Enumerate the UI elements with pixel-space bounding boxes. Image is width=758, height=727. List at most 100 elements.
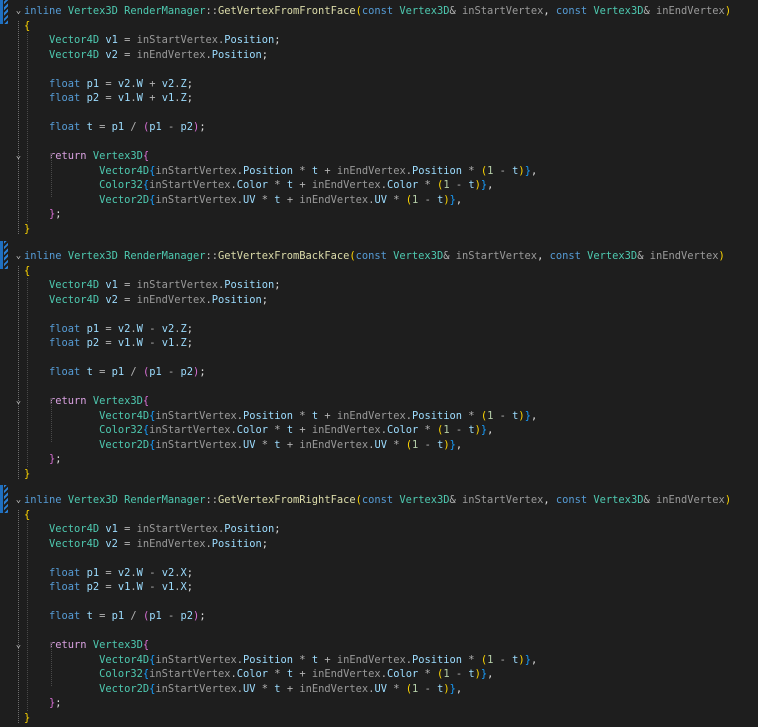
code-line[interactable]: float p1 = v2.W - v2.Z; bbox=[24, 322, 193, 337]
code-line[interactable]: } bbox=[24, 711, 30, 726]
code-line[interactable]: Vector4D v2 = inEndVertex.Position; bbox=[24, 48, 268, 63]
code-line[interactable]: inline Vertex3D RenderManager::GetVertex… bbox=[24, 249, 725, 264]
keyword-token: float bbox=[49, 322, 81, 335]
code-line[interactable]: { bbox=[24, 508, 30, 523]
operator-token: - bbox=[168, 121, 175, 133]
parameter-token: inStartVertex bbox=[455, 250, 538, 262]
type-token: Vertex3D bbox=[67, 494, 118, 506]
code-line[interactable]: float t = p1 / (p1 - p2); bbox=[24, 120, 206, 135]
type-token: Vector4D bbox=[49, 279, 100, 291]
bracket-token: { bbox=[142, 639, 150, 651]
function-name: GetVertexFromFrontFace bbox=[217, 5, 356, 17]
code-line[interactable]: } bbox=[24, 467, 30, 482]
code-line[interactable]: return Vertex3D{ bbox=[24, 638, 149, 653]
code-line[interactable]: Vector2D{inStartVertex.UV * t + inEndVer… bbox=[24, 193, 462, 208]
code-line[interactable]: return Vertex3D{ bbox=[24, 394, 149, 409]
variable-token: t bbox=[286, 179, 294, 191]
code-line[interactable]: Color32{inStartVertex.Color * t + inEndV… bbox=[24, 423, 493, 438]
code-line[interactable]: Vector2D{inStartVertex.UV * t + inEndVer… bbox=[24, 438, 462, 453]
code-line[interactable]: float p2 = v1.W + v1.Z; bbox=[24, 91, 193, 106]
chevron-down-icon[interactable]: ⌄ bbox=[14, 249, 23, 264]
variable-token: p1 bbox=[86, 566, 100, 579]
code-line[interactable]: Vector2D{inStartVertex.UV * t + inEndVer… bbox=[24, 682, 462, 697]
code-line[interactable]: Vector4D{inStartVertex.Position * t + in… bbox=[24, 409, 537, 424]
field-token: Position bbox=[411, 653, 463, 666]
keyword-token: float bbox=[49, 121, 81, 133]
variable-token: p2 bbox=[180, 366, 194, 378]
parameter-token: inStartVertex bbox=[149, 668, 231, 680]
field-token: Position bbox=[224, 523, 275, 535]
control-token: return bbox=[49, 395, 87, 407]
operator-token: - bbox=[168, 366, 175, 378]
code-line[interactable]: Vector4D{inStartVertex.Position * t + in… bbox=[24, 653, 537, 668]
punctuation-token: ; bbox=[261, 293, 269, 306]
operator-token: * bbox=[424, 424, 431, 436]
code-line[interactable]: }; bbox=[24, 207, 62, 222]
type-token: Vector4D bbox=[49, 48, 100, 61]
code-line[interactable]: }; bbox=[24, 696, 62, 711]
code-line[interactable]: { bbox=[24, 19, 30, 34]
operator-token: * bbox=[299, 653, 306, 666]
punctuation-token: , bbox=[455, 438, 463, 451]
number-token: 1 bbox=[443, 179, 450, 191]
punctuation-token: ; bbox=[199, 366, 206, 378]
code-line[interactable]: Color32{inStartVertex.Color * t + inEndV… bbox=[24, 178, 493, 193]
code-line[interactable]: { bbox=[24, 264, 30, 279]
operator-token: * bbox=[424, 179, 431, 191]
parameter-token: inEndVertex bbox=[136, 293, 206, 306]
operator-token: = bbox=[124, 48, 131, 61]
code-line[interactable]: Vector4D v1 = inStartVertex.Position; bbox=[24, 522, 281, 537]
code-line[interactable]: Vector4D v2 = inEndVertex.Position; bbox=[24, 537, 268, 552]
operator-token: = bbox=[124, 537, 131, 550]
code-line[interactable]: } bbox=[24, 222, 30, 237]
code-editor[interactable]: ⌄ inline Vertex3D RenderManager::GetVerte… bbox=[0, 0, 758, 727]
type-token: Color32 bbox=[99, 424, 143, 436]
code-line[interactable]: inline Vertex3D RenderManager::GetVertex… bbox=[24, 4, 731, 19]
operator-token: = bbox=[99, 610, 106, 622]
variable-token: v2 bbox=[161, 322, 175, 335]
variable-token: v2 bbox=[117, 566, 131, 579]
code-line[interactable]: float t = p1 / (p1 - p2); bbox=[24, 609, 206, 624]
code-line[interactable]: Vector4D v2 = inEndVertex.Position; bbox=[24, 293, 268, 308]
parameter-token: inStartVertex bbox=[155, 438, 237, 451]
code-line[interactable]: }; bbox=[24, 452, 62, 467]
punctuation-token: ; bbox=[55, 697, 62, 709]
chevron-down-icon[interactable]: ⌄ bbox=[14, 4, 23, 19]
punctuation-token: ; bbox=[55, 208, 62, 220]
parameter-token: inStartVertex bbox=[136, 34, 218, 46]
code-line[interactable]: float p2 = v1.W - v1.X; bbox=[24, 580, 193, 595]
type-token: Vector4D bbox=[99, 653, 150, 666]
operator-token: :: bbox=[205, 250, 218, 262]
operator-token: = bbox=[124, 34, 131, 46]
variable-token: t bbox=[286, 424, 294, 436]
operator-token: - bbox=[499, 653, 506, 666]
variable-token: t bbox=[274, 193, 281, 206]
operator-token: - bbox=[499, 164, 506, 177]
operator-token: + bbox=[149, 77, 156, 90]
code-line[interactable]: inline Vertex3D RenderManager::GetVertex… bbox=[24, 493, 731, 508]
type-token: Vertex3D bbox=[587, 250, 638, 262]
operator-token: * bbox=[274, 668, 281, 680]
code-line[interactable]: Vector4D v1 = inStartVertex.Position; bbox=[24, 278, 281, 293]
operator-token: * bbox=[393, 682, 400, 695]
code-line[interactable]: float p1 = v2.W - v2.X; bbox=[24, 566, 193, 581]
code-line[interactable]: Vector4D v1 = inStartVertex.Position; bbox=[24, 33, 281, 48]
operator-token: - bbox=[149, 337, 156, 349]
type-token: Vector2D bbox=[99, 438, 150, 451]
punctuation-token: , bbox=[530, 409, 538, 422]
operator-token: + bbox=[286, 438, 294, 451]
code-line[interactable]: float t = p1 / (p1 - p2); bbox=[24, 365, 206, 380]
code-line[interactable]: float p1 = v2.W + v2.Z; bbox=[24, 77, 193, 92]
code-line[interactable]: Vector4D{inStartVertex.Position * t + in… bbox=[24, 164, 537, 179]
chevron-down-icon[interactable]: ⌄ bbox=[14, 493, 23, 508]
punctuation-token: ; bbox=[186, 566, 194, 579]
operator-token: = bbox=[124, 523, 131, 535]
operator-token: & bbox=[637, 250, 644, 262]
field-token: Color bbox=[386, 424, 419, 436]
code-line[interactable]: Color32{inStartVertex.Color * t + inEndV… bbox=[24, 667, 493, 682]
code-line[interactable]: return Vertex3D{ bbox=[24, 149, 149, 164]
parameter-token: inEndVertex bbox=[336, 164, 406, 177]
code-line[interactable]: float p2 = v1.W - v1.Z; bbox=[24, 336, 193, 351]
punctuation-token: , bbox=[487, 179, 494, 191]
operator-token: - bbox=[455, 668, 463, 680]
